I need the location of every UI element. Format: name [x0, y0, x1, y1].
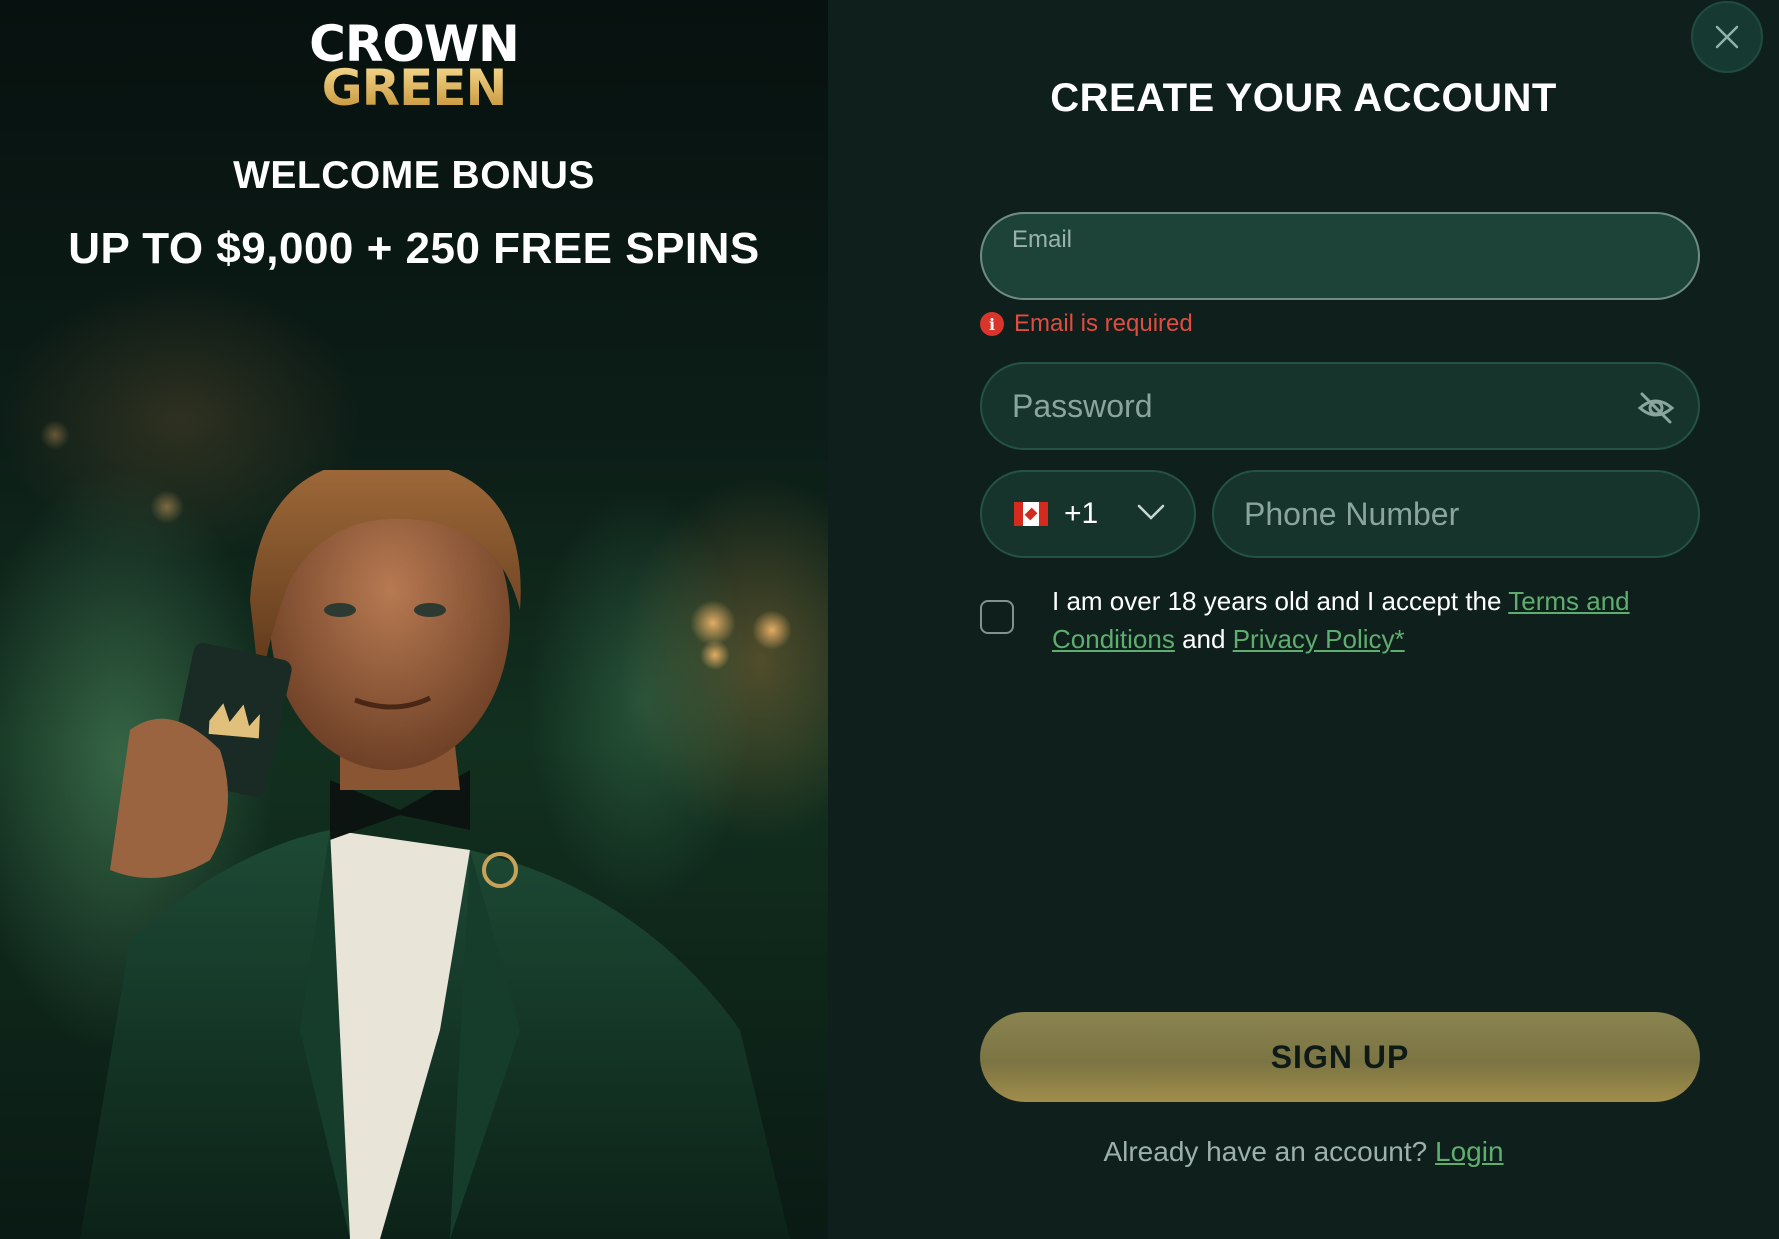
email-input[interactable] [982, 214, 1698, 298]
privacy-link[interactable]: Privacy Policy* [1233, 624, 1405, 654]
logo-line-2: GREEN [0, 63, 828, 113]
consent-checkbox[interactable] [980, 600, 1014, 634]
consent-text-start: I am over 18 years old and I accept the [1052, 586, 1509, 616]
login-link[interactable]: Login [1435, 1136, 1504, 1167]
hero-illustration [80, 470, 790, 1239]
consent-text-middle: and [1174, 624, 1233, 654]
phone-field[interactable] [1212, 470, 1700, 558]
bonus-offer: UP TO $9,000 + 250 FREE SPINS [68, 224, 760, 273]
canada-flag-icon [1014, 502, 1048, 526]
bokeh-light [40, 420, 70, 450]
signup-form-panel: CREATE YOUR ACCOUNT Email i Email is req… [828, 0, 1779, 1239]
chevron-down-icon [1137, 504, 1165, 520]
promo-panel: CROWN GREEN WELCOME BONUS UP TO $9,000 +… [0, 0, 828, 1239]
consent-row: I am over 18 years old and I accept the … [980, 582, 1700, 658]
password-field[interactable] [980, 362, 1700, 450]
info-icon: i [980, 312, 1004, 336]
bonus-title: WELCOME BONUS [233, 154, 595, 197]
consent-text: I am over 18 years old and I accept the … [1052, 582, 1700, 658]
sign-up-button[interactable]: SIGN UP [980, 1012, 1700, 1102]
close-icon [1715, 25, 1739, 49]
close-button[interactable] [1691, 1, 1763, 73]
signup-modal: CROWN GREEN WELCOME BONUS UP TO $9,000 +… [0, 0, 1779, 1239]
email-error-text: Email is required [1014, 310, 1193, 337]
login-row: Already have an account? Login [828, 1136, 1779, 1168]
country-code: +1 [1064, 497, 1099, 530]
brand-logo: CROWN GREEN [0, 19, 828, 113]
form-title: CREATE YOUR ACCOUNT [1050, 76, 1557, 120]
login-prompt: Already have an account? [1103, 1136, 1436, 1167]
password-input[interactable] [982, 364, 1698, 448]
email-field[interactable]: Email [980, 212, 1700, 300]
eye-off-icon[interactable] [1636, 388, 1676, 428]
phone-input[interactable] [1214, 472, 1698, 556]
country-code-select[interactable]: +1 [980, 470, 1196, 558]
email-error: i Email is required [980, 310, 1193, 338]
